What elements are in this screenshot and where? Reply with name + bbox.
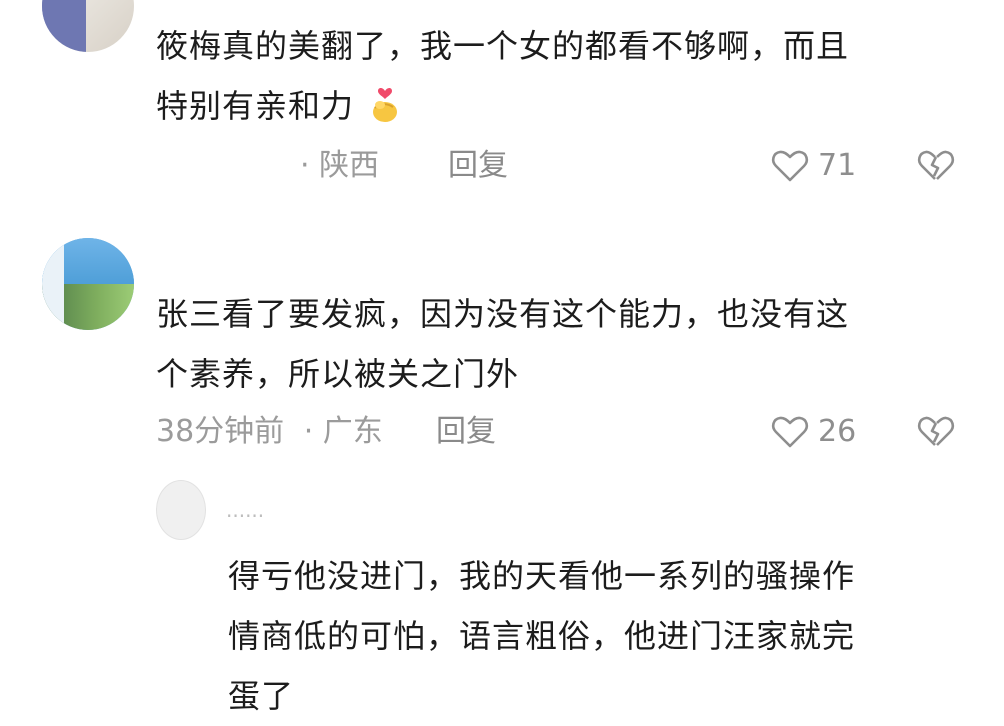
comment-text-line-part: 特别有亲和力: [156, 87, 355, 125]
like-count: 71: [818, 148, 857, 183]
reply-text: 得亏他没进门，我的天看他一系列的骚操作 情商低的可怕，语言粗俗，他进门汪家就完 …: [228, 546, 978, 726]
reply-text-line: 蛋了: [228, 677, 295, 715]
avatar-image-part: [42, 238, 64, 330]
comment-text-line: 张三看了要发疯，因为没有这个能力，也没有这: [156, 295, 850, 333]
reply-text-line: 得亏他没进门，我的天看他一系列的骚操作: [228, 557, 856, 595]
comment-text-line: 个素养，所以被关之门外: [156, 355, 520, 393]
comment-text: 张三看了要发疯，因为没有这个能力，也没有这 个素养，所以被关之门外: [156, 284, 976, 404]
reply-button[interactable]: 回复: [436, 412, 496, 452]
comment-time: 38分钟前 · 广东: [156, 412, 383, 452]
heart-icon[interactable]: [770, 412, 810, 452]
comment-location: · 广东: [303, 414, 383, 449]
avatar-image-part: [42, 0, 86, 52]
reply-username[interactable]: ......: [226, 498, 264, 522]
like-count: 26: [818, 414, 857, 449]
avatar[interactable]: [42, 0, 134, 52]
reply-text-line: 情商低的可怕，语言粗俗，他进门汪家就完: [228, 617, 856, 655]
reply-button[interactable]: 回复: [448, 146, 508, 186]
comment-text: 筱梅真的美翻了，我一个女的都看不够啊，而且 特别有亲和力: [156, 16, 976, 136]
comment-location: · 陕西: [300, 148, 380, 183]
heart-icon[interactable]: [770, 146, 810, 186]
comment-text-line: 特别有亲和力: [156, 76, 976, 136]
avatar[interactable]: [156, 480, 206, 540]
comment-time-text: 38分钟前: [156, 414, 285, 449]
broken-heart-icon[interactable]: [916, 412, 956, 452]
broken-heart-icon[interactable]: [916, 146, 956, 186]
avatar[interactable]: [42, 238, 134, 330]
finger-heart-emoji-icon: [365, 82, 405, 122]
comment-text-line: 筱梅真的美翻了，我一个女的都看不够啊，而且: [156, 27, 850, 65]
